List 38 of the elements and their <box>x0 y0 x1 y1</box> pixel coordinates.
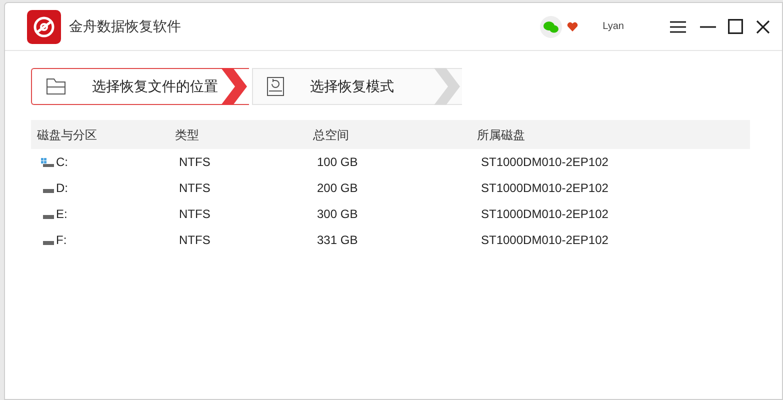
table-cell-text: E: <box>56 206 68 223</box>
drive-row[interactable]: C: NTFS 100 GB ST1000DM010-2EP102 <box>31 149 750 175</box>
table-cell-text: NTFS <box>179 180 210 197</box>
table-cell-text: C: <box>56 154 68 171</box>
column-header[interactable]: 总空间 <box>307 126 471 144</box>
drive-row[interactable]: F: NTFS 331 GB ST1000DM010-2EP102 <box>31 227 750 253</box>
table-cell-text: NTFS <box>179 154 210 171</box>
minimize-icon[interactable] <box>700 26 716 28</box>
table-cell-text: NTFS <box>179 232 210 249</box>
drive-row[interactable]: D: NTFS 200 GB ST1000DM010-2EP102 <box>31 175 750 201</box>
table-cell-text: ST1000DM010-2EP102 <box>481 180 608 197</box>
close-icon[interactable] <box>756 20 770 34</box>
system-drive-icon <box>41 158 54 166</box>
folder-icon <box>46 78 66 95</box>
window-title: 金舟数据恢复软件 <box>69 17 181 36</box>
menu-icon[interactable] <box>670 20 686 32</box>
table-cell-text: NTFS <box>179 206 210 223</box>
column-header[interactable]: 所属磁盘 <box>471 126 750 144</box>
table-cell-text: 300 GB <box>317 206 358 223</box>
maximize-icon[interactable] <box>728 19 743 34</box>
column-header[interactable]: 类型 <box>169 126 307 144</box>
column-header[interactable]: 磁盘与分区 <box>31 126 169 144</box>
step-tab[interactable]: 选择恢复模式 <box>252 68 462 105</box>
chevron-icon <box>219 68 249 105</box>
table-cell-text: ST1000DM010-2EP102 <box>481 232 608 249</box>
app-logo-icon <box>27 10 61 44</box>
drive-row[interactable]: E: NTFS 300 GB ST1000DM010-2EP102 <box>31 201 750 227</box>
chevron-icon <box>432 68 462 105</box>
table-cell-text: D: <box>56 180 68 197</box>
user-name[interactable]: Lyan <box>602 19 624 34</box>
table-cell-text: 100 GB <box>317 154 358 171</box>
table-cell-text: 200 GB <box>317 180 358 197</box>
table-cell-text: F: <box>56 232 67 249</box>
table-cell-text: ST1000DM010-2EP102 <box>481 154 608 171</box>
table-cell-text: 331 GB <box>317 232 358 249</box>
table-cell-text: ST1000DM010-2EP102 <box>481 206 608 223</box>
heart-icon[interactable] <box>566 22 578 32</box>
step-tab[interactable]: 选择恢复文件的位置 <box>31 68 249 105</box>
